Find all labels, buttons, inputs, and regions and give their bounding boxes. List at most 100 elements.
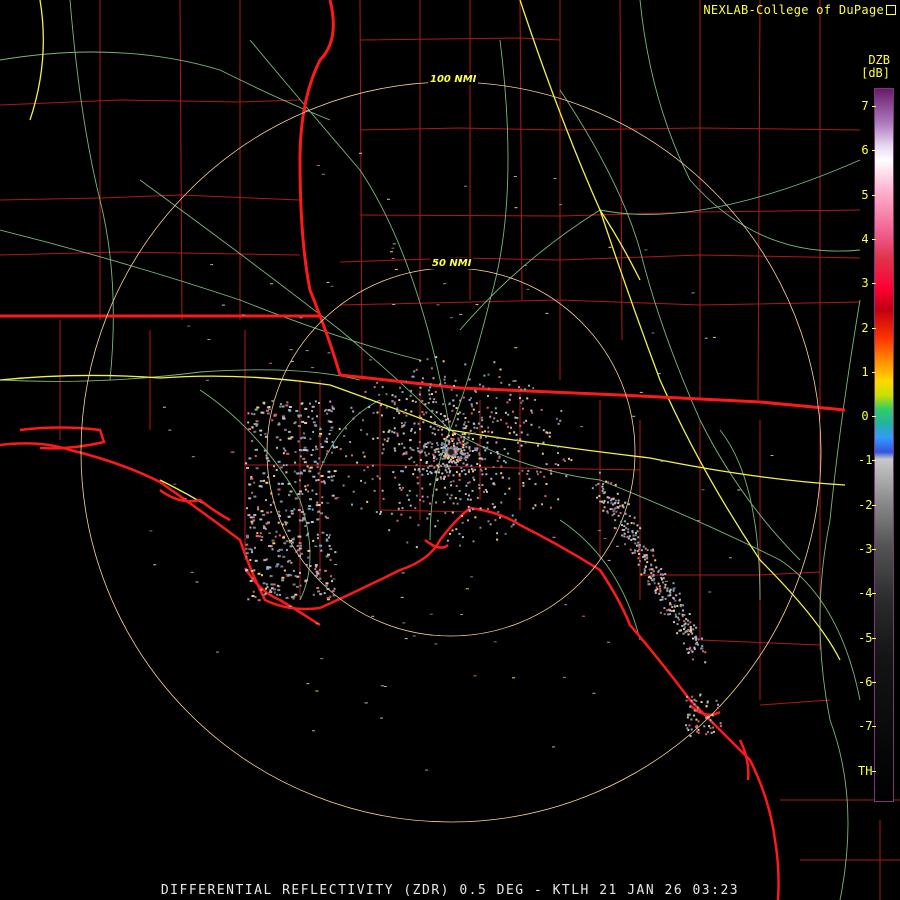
radar-echo bbox=[513, 431, 516, 434]
radar-echo bbox=[540, 408, 543, 411]
radar-echo bbox=[314, 424, 318, 427]
radar-echo bbox=[602, 483, 605, 485]
radar-echo bbox=[493, 417, 496, 420]
radar-echo bbox=[297, 440, 300, 443]
radar-echo bbox=[409, 446, 412, 449]
radar-echo bbox=[463, 423, 466, 426]
radar-echo bbox=[672, 582, 675, 585]
radar-echo bbox=[432, 377, 435, 380]
radar-echo bbox=[462, 412, 465, 415]
radar-echo bbox=[315, 479, 318, 482]
radar-echo bbox=[504, 532, 507, 535]
radar-echo bbox=[409, 504, 412, 507]
radar-echo bbox=[678, 599, 681, 602]
radar-echo bbox=[286, 521, 289, 524]
radar-echo bbox=[466, 441, 469, 444]
radar-echo bbox=[399, 487, 401, 489]
radar-echo bbox=[545, 312, 549, 314]
radar-echo bbox=[627, 537, 630, 540]
radar-echo bbox=[330, 285, 334, 287]
radar-echo bbox=[481, 419, 484, 422]
radar-echo bbox=[364, 390, 367, 393]
radar-echo bbox=[720, 724, 722, 727]
radar-echo bbox=[312, 593, 315, 596]
radar-echo bbox=[643, 554, 646, 557]
radar-echo bbox=[285, 464, 288, 467]
radar-echo bbox=[371, 478, 374, 481]
radar-echo bbox=[444, 455, 447, 458]
radar-echo bbox=[439, 476, 442, 479]
radar-echo bbox=[516, 417, 519, 419]
radar-echo bbox=[598, 495, 601, 497]
radar-echo bbox=[325, 538, 328, 541]
radar-echo bbox=[597, 482, 600, 485]
credit-line[interactable]: NEXLAB-College of DuPage bbox=[703, 3, 896, 17]
radar-echo bbox=[422, 446, 425, 449]
radar-echo bbox=[394, 268, 398, 270]
radar-echo bbox=[306, 484, 309, 487]
radar-echo bbox=[606, 511, 609, 514]
radar-echo bbox=[617, 506, 620, 509]
radar-echo bbox=[487, 387, 490, 390]
radar-echo bbox=[669, 613, 672, 616]
radar-echo bbox=[471, 438, 474, 441]
radar-echo bbox=[328, 534, 331, 537]
radar-echo bbox=[278, 483, 281, 485]
radar-echo bbox=[537, 444, 539, 447]
radar-echo bbox=[421, 381, 424, 384]
radar-echo bbox=[292, 537, 295, 540]
radar-echo bbox=[251, 516, 255, 519]
radar-echo bbox=[459, 498, 462, 501]
radar-echo bbox=[464, 185, 467, 187]
radar-echo bbox=[299, 584, 302, 587]
radar-echo bbox=[553, 178, 557, 179]
radar-echo bbox=[289, 490, 293, 493]
radar-echo bbox=[281, 576, 285, 579]
radar-echo bbox=[349, 441, 352, 444]
radar-echo bbox=[527, 469, 530, 472]
radar-echo bbox=[443, 477, 445, 480]
radar-echo bbox=[626, 522, 629, 525]
radar-echo bbox=[437, 447, 440, 450]
interstates bbox=[0, 0, 846, 661]
radar-echo bbox=[467, 519, 469, 522]
radar-echo bbox=[689, 628, 692, 631]
radar-echo bbox=[514, 207, 518, 209]
radar-echo bbox=[719, 722, 722, 725]
radar-echo bbox=[448, 420, 451, 423]
radar-echoes bbox=[149, 152, 774, 771]
radar-echo bbox=[557, 464, 560, 467]
radar-echo bbox=[413, 370, 416, 373]
radar-echo bbox=[603, 506, 606, 509]
radar-echo bbox=[321, 496, 324, 499]
radar-echo bbox=[453, 384, 455, 387]
radar-echo bbox=[462, 453, 465, 456]
radar-echo bbox=[496, 532, 499, 535]
radar-echo bbox=[496, 460, 499, 462]
radar-echo bbox=[648, 568, 651, 571]
radar-echo bbox=[307, 549, 311, 552]
radar-echo bbox=[393, 427, 396, 430]
radar-echo bbox=[404, 421, 407, 424]
radar-echo bbox=[506, 401, 509, 404]
radar-echo bbox=[335, 446, 338, 448]
radar-echo bbox=[487, 430, 490, 433]
radar-echo bbox=[606, 496, 609, 499]
radar-echo bbox=[686, 727, 689, 730]
radar-echo bbox=[245, 462, 248, 465]
radar-echo bbox=[664, 580, 668, 582]
radar-echo bbox=[658, 585, 661, 588]
radar-echo bbox=[299, 479, 301, 482]
radar-echo bbox=[485, 447, 488, 450]
radar-echo bbox=[292, 583, 296, 586]
radar-echo bbox=[277, 510, 281, 513]
radar-echo bbox=[699, 710, 701, 713]
radar-echo bbox=[323, 480, 326, 483]
radar-echo bbox=[295, 410, 299, 412]
radar-echo bbox=[459, 399, 462, 402]
radar-echo bbox=[255, 467, 259, 470]
radar-echo bbox=[433, 398, 436, 401]
radar-echo bbox=[688, 647, 691, 650]
radar-echo bbox=[247, 598, 250, 601]
radar-echo bbox=[599, 500, 602, 503]
